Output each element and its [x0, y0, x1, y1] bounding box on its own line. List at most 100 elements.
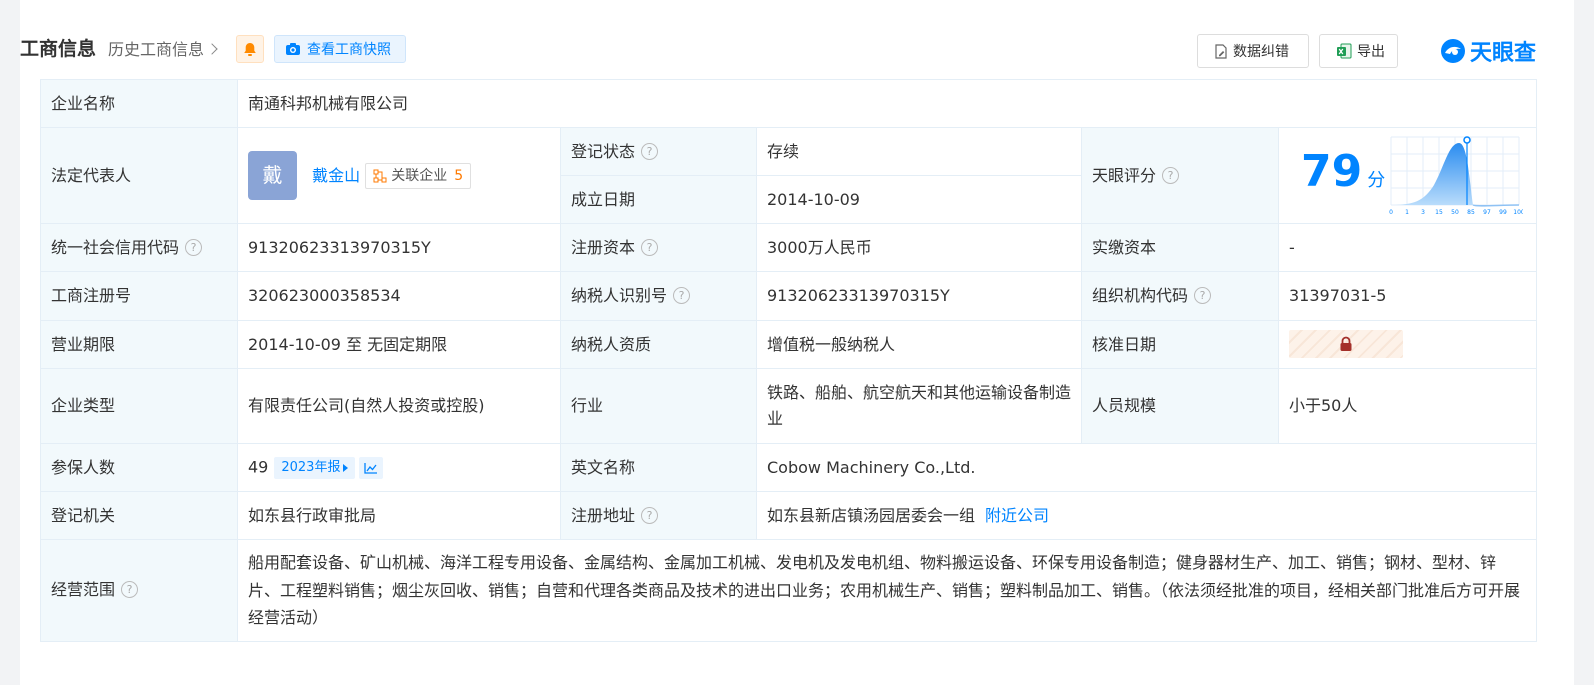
- data-correction-button[interactable]: 数据纠错: [1197, 34, 1309, 68]
- reg-capital-label-cell: 注册资本?: [560, 223, 757, 272]
- line-chart-icon: [364, 462, 378, 474]
- credit-code-label: 统一社会信用代码: [51, 237, 180, 257]
- help-icon[interactable]: ?: [641, 142, 659, 160]
- org-code-value: 31397031-5: [1278, 271, 1537, 321]
- address-label: 注册地址: [571, 505, 636, 525]
- address-value: 如东县新店镇汤园居委会一组: [767, 505, 976, 525]
- reg-capital-value: 3000万人民币: [756, 223, 1082, 272]
- industry-label: 行业: [560, 368, 757, 444]
- snapshot-label: 查看工商快照: [307, 42, 391, 58]
- type-value: 有限责任公司(自然人投资或控股): [237, 368, 561, 444]
- approve-date-label: 核准日期: [1081, 320, 1279, 369]
- bell-icon: [244, 42, 256, 56]
- snapshot-button[interactable]: 查看工商快照: [274, 35, 406, 63]
- export-label: 导出: [1357, 44, 1385, 60]
- english-name-value: Cobow Machinery Co.,Ltd.: [756, 443, 1537, 492]
- staff-size-value: 小于50人: [1278, 368, 1537, 444]
- logo-text: 天眼查: [1469, 41, 1536, 66]
- insured-label: 参保人数: [40, 443, 238, 492]
- org-code-label: 组织机构代码: [1092, 286, 1189, 305]
- credit-code-value: 91320623313970315Y: [237, 223, 561, 272]
- table-row: 参保人数 49 2023年报 英文名称 Cobow Machinery Co.,L…: [40, 443, 1537, 492]
- biz-reg-no-value: 320623000358534: [237, 271, 561, 321]
- relation-icon: [373, 169, 387, 182]
- reg-status-label: 登记状态: [571, 141, 636, 161]
- section-header: 工商信息 历史工商信息 查看工商快照 数据纠错 导出 天眼查: [20, 34, 1536, 68]
- address-label-cell: 注册地址?: [560, 491, 757, 540]
- company-name-value: 南通科邦机械有限公司: [237, 79, 1537, 128]
- table-row: 营业期限 2014-10-09 至 无固定期限 纳税人资质 增值税一般纳税人 核…: [40, 320, 1537, 369]
- help-icon[interactable]: ?: [673, 287, 691, 304]
- table-row: 统一社会信用代码? 91320623313970315Y 注册资本? 3000万…: [40, 223, 1537, 272]
- term-value: 2014-10-09 至 无固定期限: [237, 320, 561, 369]
- tax-qual-label: 纳税人资质: [560, 320, 757, 369]
- score-label-cell: 天眼评分?: [1081, 127, 1279, 224]
- related-label: 关联企业: [391, 167, 448, 184]
- legal-rep-avatar[interactable]: 戴: [248, 151, 297, 200]
- authority-value: 如东县行政审批局: [237, 491, 561, 540]
- industry-value: 铁路、船舶、航空航天和其他运输设备制造业: [756, 368, 1082, 444]
- help-icon[interactable]: ?: [1162, 166, 1180, 184]
- export-button[interactable]: 导出: [1319, 34, 1398, 68]
- scope-label-cell: 经营范围?: [40, 539, 238, 642]
- reg-capital-label: 注册资本: [571, 237, 636, 257]
- score-chart-tick: 50: [1451, 209, 1459, 216]
- related-companies-button[interactable]: 关联企业 5: [365, 162, 472, 189]
- reg-status-label-cell: 登记状态?: [560, 127, 757, 176]
- annual-report-label: 2023年报: [281, 459, 341, 475]
- annual-report-tag[interactable]: 2023年报: [274, 456, 356, 479]
- insured-cell: 49 2023年报: [237, 443, 561, 492]
- help-icon[interactable]: ?: [641, 506, 659, 524]
- camera-icon: [286, 43, 300, 55]
- approve-date-cell: [1278, 320, 1537, 369]
- legal-rep-name-link[interactable]: 戴金山: [312, 166, 360, 185]
- authority-label: 登记机关: [40, 491, 238, 540]
- lock-icon: [1340, 336, 1352, 351]
- help-icon[interactable]: ?: [185, 238, 203, 256]
- company-name-label: 企业名称: [40, 79, 238, 128]
- score-chart-tick: 100: [1513, 209, 1523, 216]
- english-name-label: 英文名称: [560, 443, 757, 492]
- nearby-companies-link[interactable]: 附近公司: [985, 506, 1049, 525]
- table-row: 登记机关 如东县行政审批局 注册地址? 如东县新店镇汤园居委会一组 附近公司: [40, 491, 1537, 540]
- score-display[interactable]: 79 分: [1301, 150, 1385, 194]
- scope-label: 经营范围: [51, 580, 116, 600]
- biz-reg-no-label: 工商注册号: [40, 271, 238, 321]
- tax-qual-value: 增值税一般纳税人: [756, 320, 1082, 369]
- score-chart-tick: 99: [1499, 209, 1507, 216]
- score-cell: 79 分 0 1 3 15 50 85 97 99 100: [1278, 127, 1537, 224]
- scope-value: 船用配套设备、矿山机械、海洋工程专用设备、金属结构、金属加工机械、发电机及发电机…: [237, 539, 1537, 642]
- credit-code-label-cell: 统一社会信用代码?: [40, 223, 238, 272]
- address-cell: 如东县新店镇汤园居委会一组 附近公司: [756, 491, 1537, 540]
- score-chart-tick: 1: [1405, 209, 1409, 216]
- chevron-right-icon: [206, 43, 218, 55]
- score-chart-tick: 97: [1483, 209, 1491, 216]
- excel-icon: [1337, 43, 1352, 59]
- table-row: 经营范围? 船用配套设备、矿山机械、海洋工程专用设备、金属结构、金属加工机械、发…: [40, 539, 1537, 642]
- data-correction-label: 数据纠错: [1233, 44, 1289, 60]
- help-icon[interactable]: ?: [1194, 287, 1212, 304]
- locked-content[interactable]: [1289, 329, 1403, 358]
- table-row: 企业类型 有限责任公司(自然人投资或控股) 行业 铁路、船舶、航空航天和其他运输…: [40, 368, 1537, 444]
- help-icon[interactable]: ?: [641, 238, 659, 256]
- related-count: 5: [454, 167, 464, 184]
- score-unit: 分: [1367, 170, 1386, 191]
- insured-value: 49: [248, 457, 269, 477]
- reg-status-value: 存续: [756, 127, 1082, 176]
- score-chart-tick: 15: [1435, 209, 1443, 216]
- history-link[interactable]: 历史工商信息: [108, 38, 218, 62]
- trend-chart-button[interactable]: [359, 456, 384, 479]
- type-label: 企业类型: [40, 368, 238, 444]
- founded-value: 2014-10-09: [756, 175, 1082, 224]
- section-title: 工商信息: [20, 38, 97, 60]
- follow-bell-button[interactable]: [236, 35, 264, 63]
- help-icon[interactable]: ?: [121, 581, 139, 599]
- score-value: 79: [1301, 146, 1363, 197]
- table-row: 企业名称 南通科邦机械有限公司: [40, 79, 1537, 128]
- score-label: 天眼评分: [1092, 165, 1157, 185]
- legal-rep-cell: 戴 戴金山 关联企业 5: [237, 127, 561, 224]
- table-row: 法定代表人 戴 戴金山 关联企业 5 登记状态? 存续 天眼评分? 79 分 0…: [40, 127, 1537, 224]
- paid-capital-value: -: [1278, 223, 1537, 272]
- founded-label: 成立日期: [560, 175, 757, 224]
- table-row: 工商注册号 320623000358534 纳税人识别号? 9132062331…: [40, 271, 1537, 321]
